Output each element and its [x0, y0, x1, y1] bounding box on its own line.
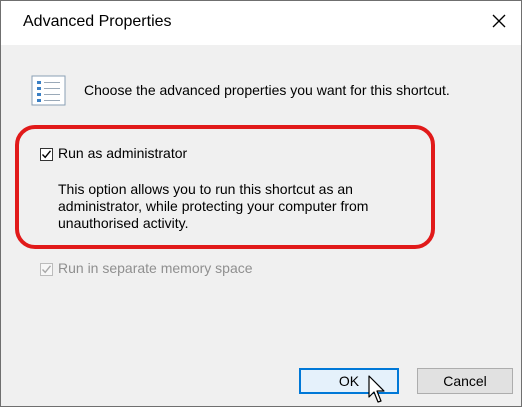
run-as-administrator-label[interactable]: Run as administrator	[58, 145, 187, 161]
close-button[interactable]	[487, 9, 511, 33]
title-bar: Advanced Properties	[1, 1, 521, 45]
run-as-administrator-checkbox[interactable]	[40, 148, 53, 161]
header-instruction: Choose the advanced properties you want …	[84, 82, 450, 98]
cancel-button[interactable]: Cancel	[417, 368, 513, 394]
ok-button[interactable]: OK	[299, 368, 399, 394]
separate-memory-space-checkbox	[40, 263, 53, 276]
advanced-properties-dialog: Advanced Properties Choose the advanced …	[0, 0, 522, 407]
checkmark-icon	[41, 265, 52, 274]
close-icon	[492, 14, 506, 28]
dialog-title: Advanced Properties	[23, 13, 172, 30]
dialog-content: Choose the advanced properties you want …	[1, 45, 521, 406]
checkmark-icon	[41, 150, 52, 159]
run-as-administrator-description: This option allows you to run this short…	[58, 181, 369, 231]
properties-list-icon	[31, 75, 66, 106]
separate-memory-space-label: Run in separate memory space	[58, 260, 253, 276]
